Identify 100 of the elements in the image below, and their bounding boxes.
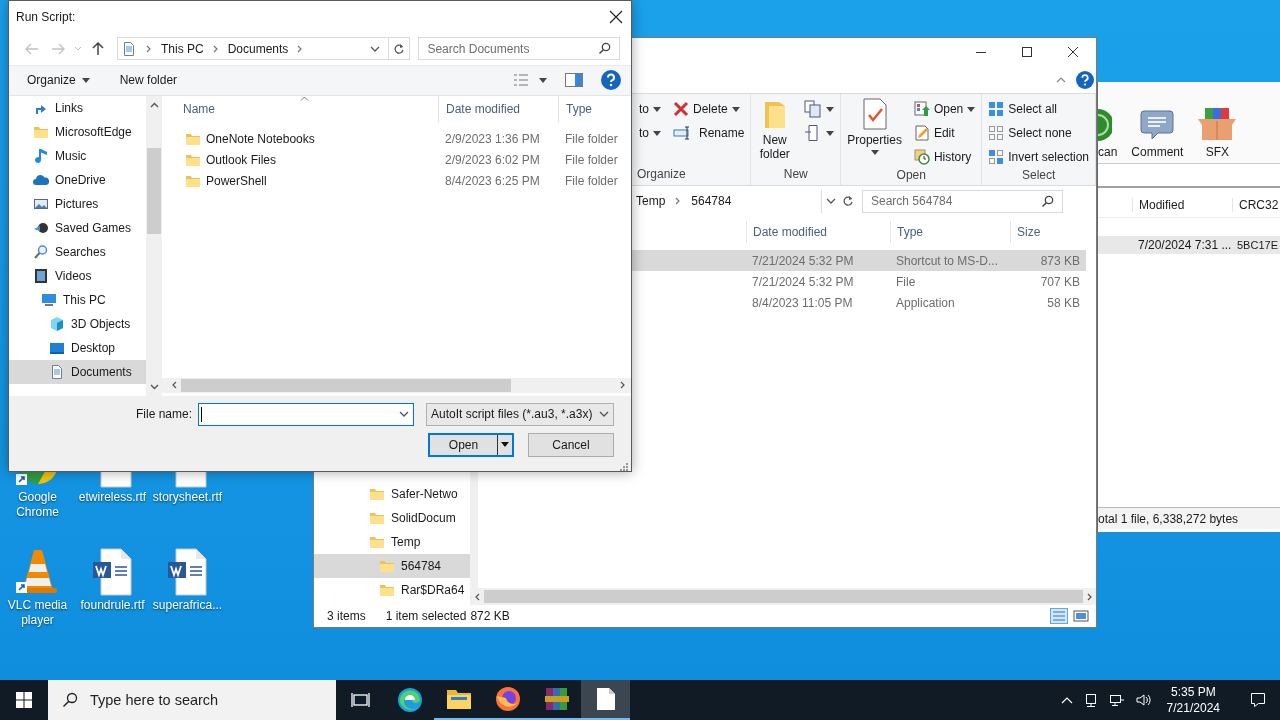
table-cell-text: 5BC17E <box>1236 239 1279 251</box>
taskbar-search-field[interactable]: Type here to search <box>48 680 336 720</box>
new-folder-button[interactable]: New folder <box>113 69 184 92</box>
nav-item[interactable]: OneDrive <box>9 168 147 193</box>
file-row[interactable]: 7/20/2024 7:31 ... 5BC17E <box>1098 236 1280 254</box>
nav-item[interactable]: This PC <box>9 288 147 313</box>
scroll-left-icon[interactable] <box>475 592 480 601</box>
chevron-up-icon[interactable] <box>1060 696 1073 704</box>
ribbon-command[interactable]: Rename <box>671 122 747 144</box>
dropdown-arrow-icon <box>81 77 90 83</box>
collapse-ribbon-icon[interactable] <box>1056 76 1066 83</box>
group-label: New <box>782 167 809 183</box>
help-icon[interactable] <box>601 70 621 91</box>
monitor-icon[interactable] <box>1108 692 1125 708</box>
column-header[interactable]: Date modified <box>438 96 558 123</box>
column-header[interactable]: Modified <box>1132 197 1232 212</box>
file-name-field[interactable] <box>198 403 414 426</box>
firefox-icon[interactable] <box>494 686 521 712</box>
large-icons-view-icon[interactable] <box>1072 608 1090 624</box>
nav-item[interactable]: Music <box>9 144 147 169</box>
clock[interactable]: 5:35 PM 7/21/2024 <box>1160 684 1226 716</box>
nav-item[interactable]: Documents <box>9 360 147 385</box>
resize-grip-icon[interactable] <box>620 463 628 471</box>
volume-icon[interactable] <box>1134 692 1151 708</box>
nav-item[interactable]: 3D Objects <box>9 312 147 337</box>
preview-pane-icon[interactable] <box>565 73 583 88</box>
scroll-right-icon[interactable] <box>620 381 625 390</box>
nav-item[interactable]: Rar$DRa64 <box>314 578 471 602</box>
refresh-icon[interactable] <box>842 195 854 207</box>
folder-icon[interactable] <box>445 688 472 710</box>
breadcrumb[interactable]: 564784 <box>691 194 732 208</box>
column-header[interactable]: Date modified <box>746 221 890 243</box>
chevron-icon <box>212 44 219 53</box>
ribbon-command[interactable]: Properties <box>845 98 904 166</box>
maximize-icon <box>1022 47 1032 57</box>
nav-item[interactable]: Saved Games <box>9 216 147 241</box>
ribbon-command[interactable]: Select all <box>986 98 1091 120</box>
speech-bubble-icon <box>1250 692 1266 708</box>
task-view-icon[interactable] <box>350 691 371 709</box>
nav-item[interactable]: Desktop <box>9 336 147 361</box>
scroll-right-icon[interactable] <box>1087 592 1092 601</box>
nav-item[interactable]: MicrosoftEdge <box>9 120 147 145</box>
table-cell: PowerShell <box>162 172 438 189</box>
toolbar-button[interactable]: SFX <box>1197 107 1238 159</box>
file-row[interactable]: PowerShell 8/4/2023 6:25 PM File folder <box>162 170 631 192</box>
ribbon-command[interactable]: to <box>637 98 663 120</box>
books-icon[interactable] <box>543 686 570 712</box>
screen-icon <box>49 340 65 357</box>
nav-item[interactable]: Videos <box>9 264 147 289</box>
nav-item[interactable]: Temp <box>314 530 471 554</box>
organize-button[interactable]: Organize <box>21 69 96 92</box>
breadcrumb[interactable]: Temp <box>636 194 666 208</box>
ribbon-command[interactable]: Invert selection <box>986 146 1091 168</box>
search-field[interactable]: Search Documents <box>418 37 620 61</box>
ribbon-command[interactable]: Delete <box>671 98 747 120</box>
ribbon-command[interactable]: Open <box>911 98 978 120</box>
ribbon-command[interactable]: History <box>911 146 978 168</box>
ribbon-command[interactable]: to <box>637 122 663 144</box>
scrollbar-thumb[interactable] <box>484 590 1083 603</box>
breadcrumb[interactable]: This PC <box>160 41 204 56</box>
page-icon[interactable] <box>595 687 616 711</box>
column-header[interactable]: Name <box>162 96 438 123</box>
toolbar-button[interactable]: Comment <box>1131 109 1184 159</box>
column-header[interactable]: Type <box>558 96 631 123</box>
breadcrumb[interactable]: Documents <box>227 41 289 56</box>
scroll-up-icon[interactable] <box>149 102 159 109</box>
table-cell-text: File folder <box>564 173 619 188</box>
toolbar-button[interactable]: can <box>1098 109 1118 159</box>
column-header[interactable]: Type <box>890 221 1010 243</box>
taskbar-app[interactable] <box>581 680 630 720</box>
scroll-left-icon[interactable] <box>172 381 177 390</box>
cancel-button[interactable]: Cancel <box>528 433 614 457</box>
scrollbar-thumb[interactable] <box>181 379 511 392</box>
document-icon <box>49 364 65 381</box>
ribbon-command[interactable]: New folder <box>755 98 795 166</box>
nav-item[interactable]: Searches <box>9 240 147 265</box>
file-row[interactable]: OneNote Notebooks 2/9/2023 1:36 PM File folder <box>162 128 631 150</box>
copy-pages-icon <box>804 100 823 118</box>
edge-swirl-icon[interactable] <box>396 687 423 713</box>
nav-item[interactable]: Safer-Netwo <box>314 482 471 506</box>
address-bar[interactable]: Temp 564784 <box>636 189 854 213</box>
ribbon-command[interactable]: Edit <box>911 122 978 144</box>
help-icon[interactable] <box>1076 70 1094 89</box>
nav-item[interactable]: Links <box>9 96 147 121</box>
refresh-icon[interactable] <box>393 42 406 55</box>
nav-item[interactable]: 564784 <box>314 554 471 578</box>
nav-item[interactable]: Pictures <box>9 192 147 217</box>
scrollbar-thumb[interactable] <box>147 148 162 235</box>
open-button[interactable]: Open <box>428 433 514 457</box>
address-bar[interactable]: This PC Documents <box>116 37 411 61</box>
scroll-down-icon[interactable] <box>149 384 159 390</box>
ribbon-command[interactable]: Select none <box>986 122 1091 144</box>
file-type-dropdown[interactable]: AutoIt script files (*.au3, *.a3x) <box>426 403 614 426</box>
file-row[interactable]: Outlook Files 2/9/2023 6:02 PM File folder <box>162 149 631 171</box>
column-header[interactable]: Size <box>1010 221 1086 243</box>
column-header[interactable]: CRC32 <box>1232 197 1280 212</box>
search-field[interactable]: Search 564784 <box>862 189 1063 213</box>
nav-item[interactable]: SolidDocum <box>314 506 471 530</box>
ribbon-command[interactable] <box>802 98 837 120</box>
ribbon-command[interactable] <box>802 122 837 144</box>
